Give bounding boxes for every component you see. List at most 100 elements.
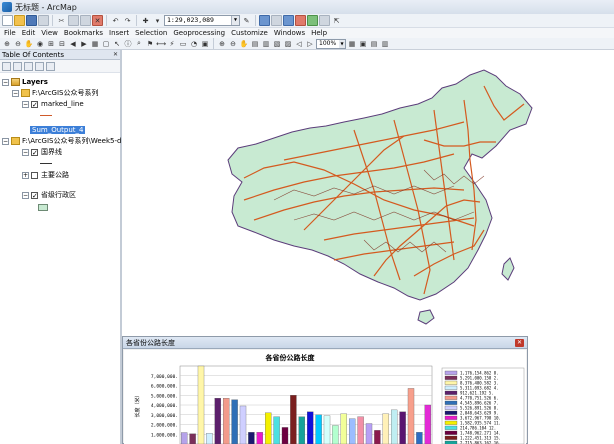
collapse-icon[interactable]: − (22, 148, 29, 156)
map-scale-select[interactable]: 1:29,023,089 ▼ (164, 15, 240, 26)
collapse-icon[interactable]: − (22, 100, 29, 108)
tree-row-group2[interactable]: − F:\ArcGIS公众号系列\Week5-d (2, 136, 121, 146)
previous-extent-icon[interactable]: ◁ (294, 39, 304, 49)
redo-icon[interactable]: ↷ (122, 15, 133, 26)
delete-icon[interactable]: ✕ (92, 15, 103, 26)
create-viewer-icon[interactable]: ▣ (200, 39, 210, 49)
map-scale-value: 1:29,023,089 (167, 16, 214, 24)
list-by-visibility-icon[interactable] (24, 61, 33, 71)
back-extent-icon[interactable]: ◀ (68, 39, 78, 49)
tree-row-sum-output[interactable]: Sum_Output_4 (30, 125, 86, 135)
tree-row-border[interactable]: − ✓ 国界线 (22, 147, 62, 157)
next-extent-icon[interactable]: ▷ (305, 39, 315, 49)
chevron-down-icon[interactable]: ▼ (339, 39, 345, 48)
new-document-icon[interactable] (2, 15, 13, 26)
expand-icon[interactable]: + (22, 171, 29, 179)
chevron-down-icon[interactable]: ▼ (231, 16, 239, 25)
fixed-zoom-out-icon[interactable]: ⊟ (57, 39, 67, 49)
list-by-source-icon[interactable] (13, 61, 22, 71)
close-icon[interactable]: ✕ (113, 51, 118, 58)
forward-extent-icon[interactable]: ▶ (79, 39, 89, 49)
collapse-icon[interactable]: − (2, 137, 9, 145)
select-features-icon[interactable]: ▦ (90, 39, 100, 49)
tree-row-layers[interactable]: − Layers (2, 77, 48, 87)
cut-icon[interactable]: ✂ (56, 15, 67, 26)
collapse-icon[interactable]: − (12, 89, 19, 97)
tree-label-sum-output[interactable]: Sum_Output_4 (30, 126, 86, 134)
menu-geoprocessing[interactable]: Geoprocessing (170, 29, 228, 37)
find-route-icon[interactable]: ⚑ (145, 39, 155, 49)
change-layout-icon[interactable]: ▤ (369, 39, 379, 49)
visibility-checkbox[interactable] (31, 171, 38, 179)
tree-row-roads[interactable]: + 主要公路 (22, 170, 69, 180)
layout-fixed-zoom-in-icon[interactable]: ▧ (272, 39, 282, 49)
menu-help[interactable]: Help (308, 29, 330, 37)
clear-selection-icon[interactable]: ▢ (101, 39, 111, 49)
find-icon[interactable]: ⌕ (134, 39, 144, 49)
copy-icon[interactable] (68, 15, 79, 26)
python-window-icon[interactable] (307, 15, 318, 26)
tree-row-group1[interactable]: − F:\ArcGIS公众号系列 (12, 88, 99, 98)
list-by-selection-icon[interactable] (35, 61, 44, 71)
options-icon[interactable] (46, 61, 55, 71)
data-driven-pages-icon[interactable]: ▥ (380, 39, 390, 49)
list-by-drawing-order-icon[interactable] (2, 61, 11, 71)
open-icon[interactable] (14, 15, 25, 26)
collapse-icon[interactable]: − (2, 78, 9, 86)
menu-selection[interactable]: Selection (132, 29, 170, 37)
save-icon[interactable] (26, 15, 37, 26)
undo-icon[interactable]: ↶ (110, 15, 121, 26)
tree-row-marked-line[interactable]: − ✓ marked_line (22, 99, 84, 109)
catalog-icon[interactable] (271, 15, 282, 26)
full-extent-icon[interactable]: ◉ (35, 39, 45, 49)
add-data-icon[interactable]: ✚ (140, 15, 151, 26)
menu-view[interactable]: View (38, 29, 61, 37)
menu-edit[interactable]: Edit (19, 29, 39, 37)
layout-zoom-in-icon[interactable]: ⊕ (217, 39, 227, 49)
html-popup-icon[interactable]: ▭ (178, 39, 188, 49)
search-window-icon[interactable] (283, 15, 294, 26)
menu-insert[interactable]: Insert (106, 29, 132, 37)
map-view[interactable] (124, 50, 614, 336)
layout-zoom-out-icon[interactable]: ⊖ (228, 39, 238, 49)
graph-window-titlebar[interactable]: 各省份公路长度 ✕ (123, 337, 527, 349)
editor-toolbar-icon[interactable]: ✎ (241, 15, 252, 26)
graph-window[interactable]: 各省份公路长度 ✕ 各省份公路长度 7,000,000. 6,000,000. 5,… (122, 336, 528, 444)
identify-icon[interactable]: ⓘ (123, 39, 133, 49)
toggle-draft-mode-icon[interactable]: ▦ (347, 39, 357, 49)
legend-swatch (444, 405, 458, 410)
menu-windows[interactable]: Windows (271, 29, 308, 37)
layout-zoom-select[interactable]: 100% ▼ (316, 38, 346, 49)
modelbuilder-icon[interactable] (319, 15, 330, 26)
menu-bookmarks[interactable]: Bookmarks (61, 29, 106, 37)
hyperlink-icon[interactable]: ⚡ (167, 39, 177, 49)
whats-this-icon[interactable]: ⇱ (331, 15, 342, 26)
table-of-contents-icon[interactable] (259, 15, 270, 26)
dropdown-arrow-icon[interactable]: ▾ (152, 15, 163, 26)
fixed-zoom-in-icon[interactable]: ⊞ (46, 39, 56, 49)
measure-icon[interactable]: ⟷ (156, 39, 166, 49)
print-icon[interactable] (38, 15, 49, 26)
zoom-out-icon[interactable]: ⊖ (13, 39, 23, 49)
select-elements-icon[interactable]: ↖ (112, 39, 122, 49)
close-icon[interactable]: ✕ (515, 338, 524, 347)
menu-customize[interactable]: Customize (228, 29, 271, 37)
arctoolbox-icon[interactable] (295, 15, 306, 26)
layout-pan-icon[interactable]: ✋ (239, 39, 249, 49)
zoom-whole-page-icon[interactable]: ▤ (250, 39, 260, 49)
tree-row-province[interactable]: − ✓ 省级行政区 (22, 190, 76, 200)
zoom-100-icon[interactable]: ▥ (261, 39, 271, 49)
visibility-checkbox[interactable]: ✓ (31, 148, 38, 156)
pan-icon[interactable]: ✋ (24, 39, 34, 49)
layout-fixed-zoom-out-icon[interactable]: ▨ (283, 39, 293, 49)
time-slider-icon[interactable]: ◔ (189, 39, 199, 49)
focus-data-frame-icon[interactable]: ▣ (358, 39, 368, 49)
collapse-icon[interactable]: − (22, 191, 29, 199)
bar (239, 405, 247, 444)
visibility-checkbox[interactable]: ✓ (31, 191, 38, 199)
y-axis-label: 长度（米） (134, 392, 141, 417)
visibility-checkbox[interactable]: ✓ (31, 100, 38, 108)
zoom-in-icon[interactable]: ⊕ (2, 39, 12, 49)
menu-file[interactable]: File (0, 29, 19, 37)
paste-icon[interactable] (80, 15, 91, 26)
